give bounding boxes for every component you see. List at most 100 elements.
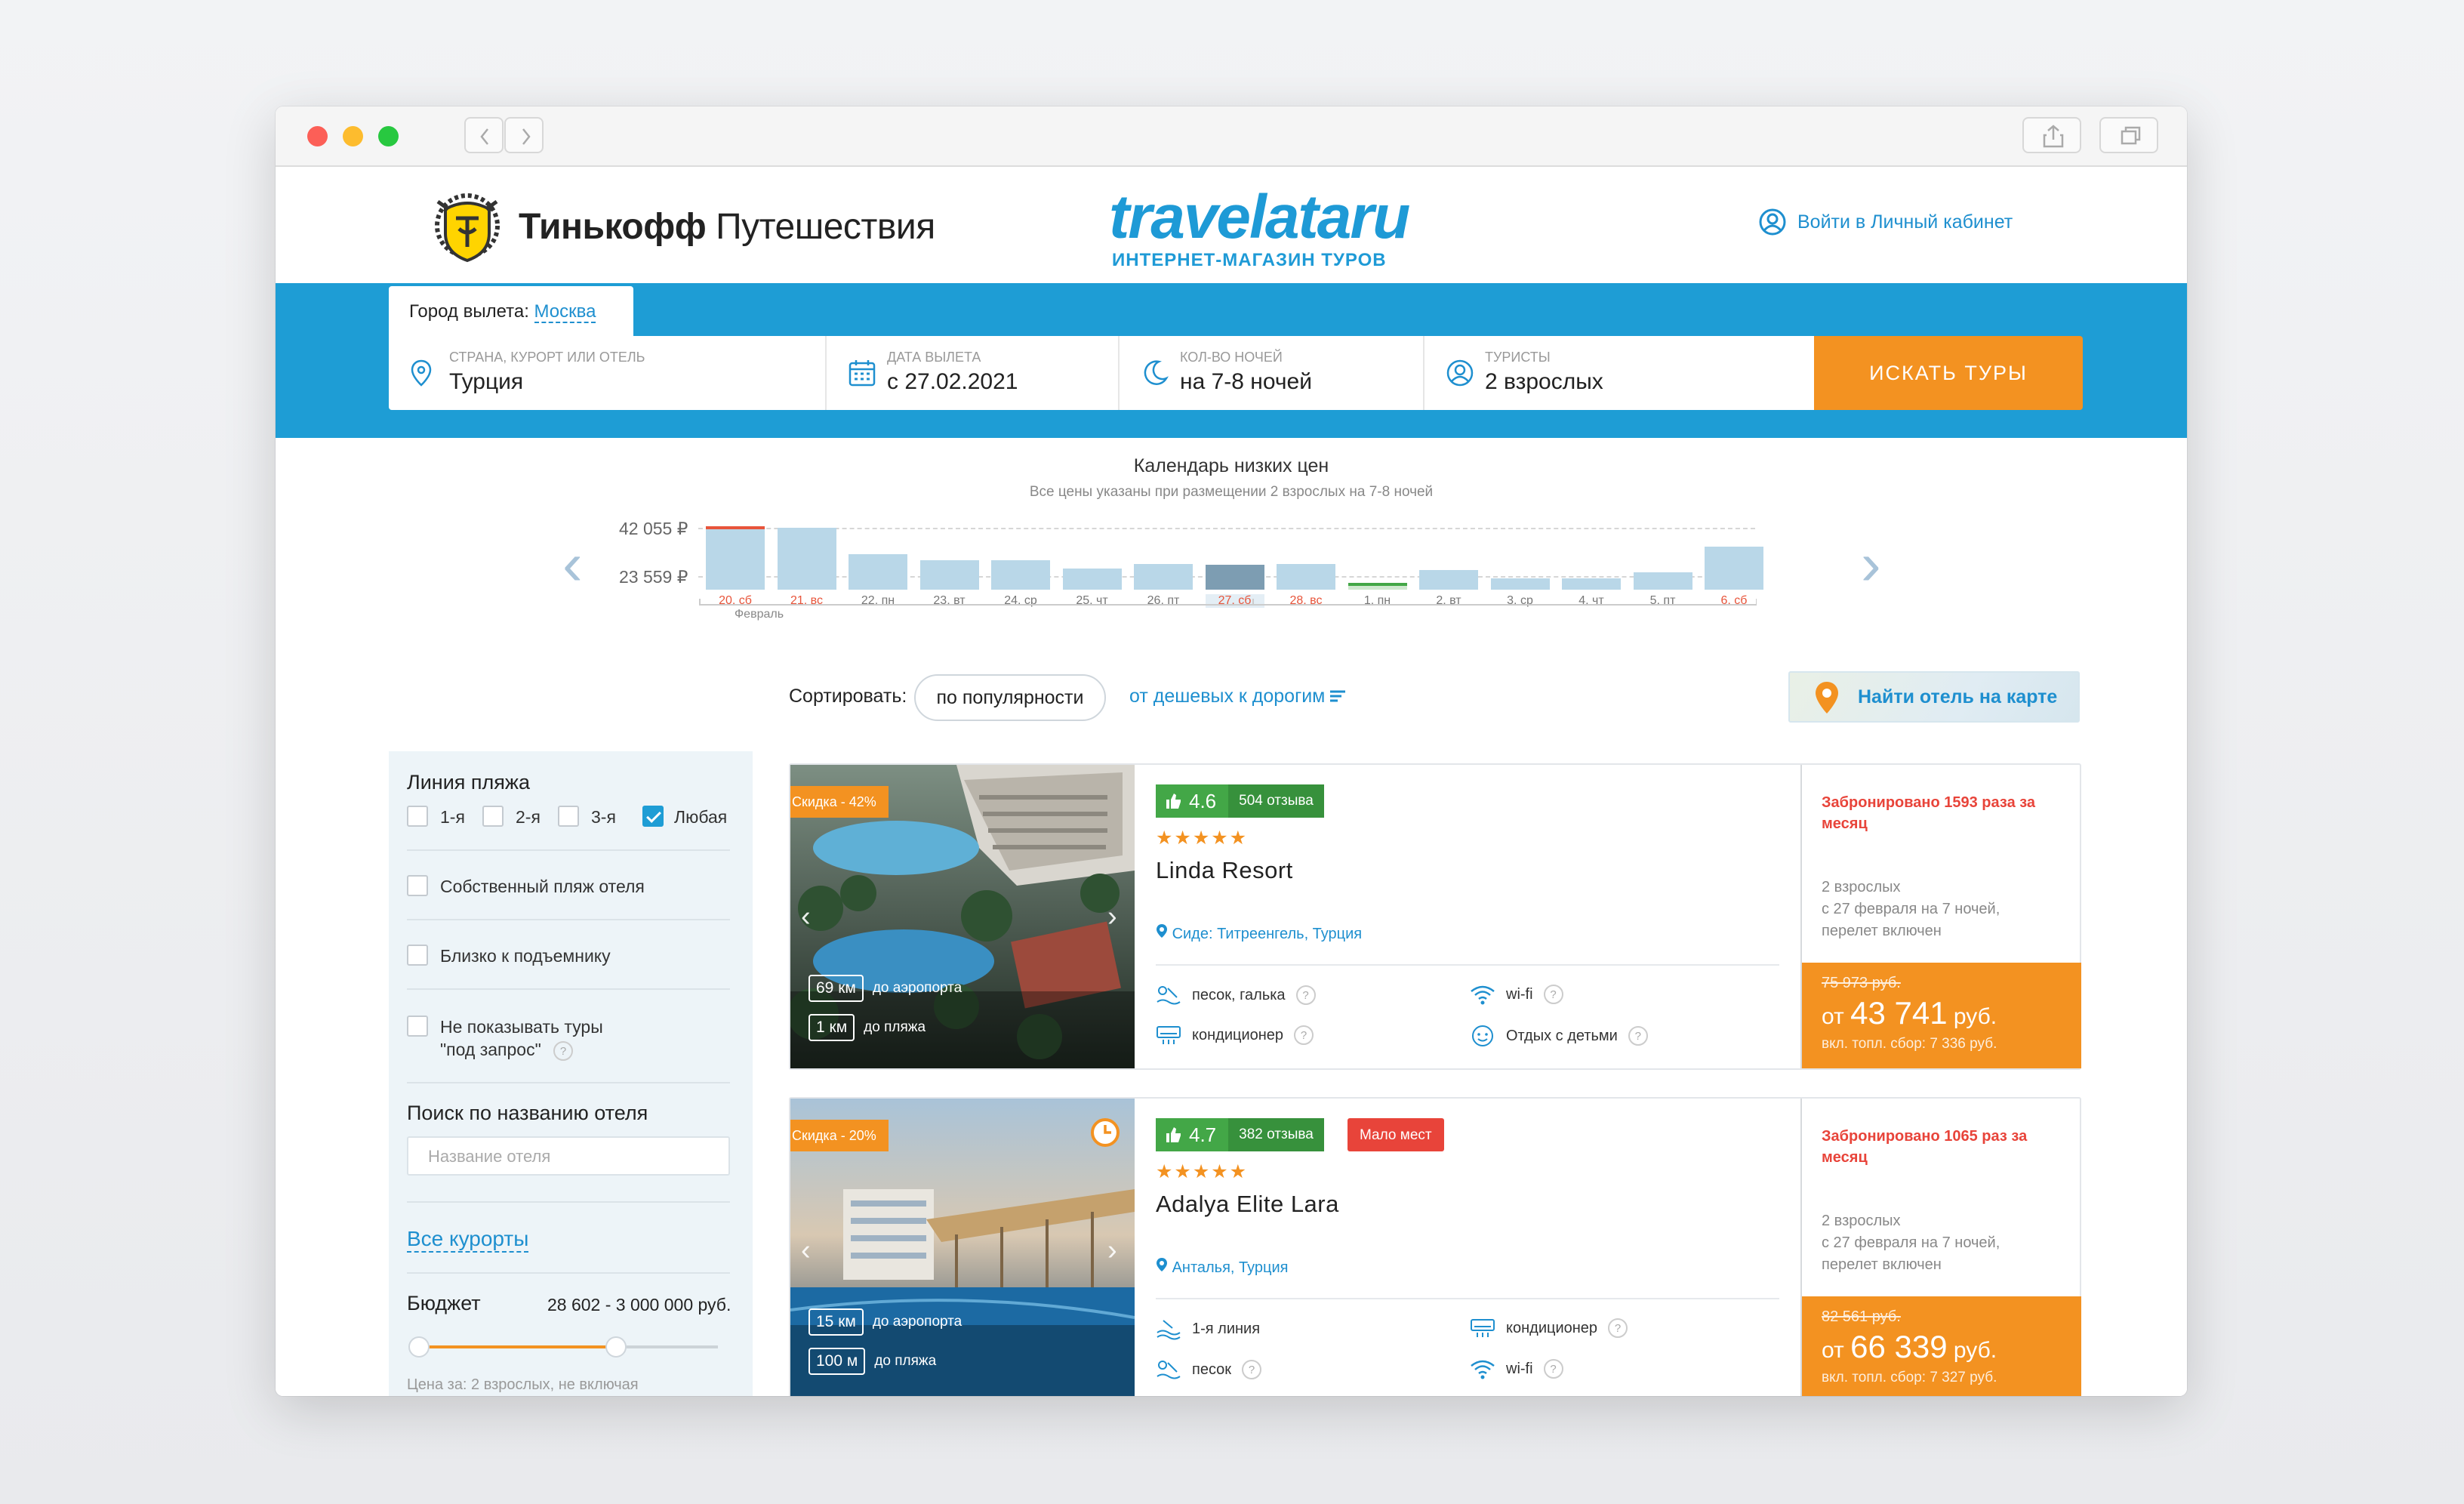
calendar-day-bar[interactable] — [991, 560, 1050, 590]
calendar-day-bar[interactable] — [1062, 569, 1122, 590]
beach-distance-value: 1 км — [808, 1014, 855, 1041]
hide-on-request-checkbox[interactable] — [407, 1016, 428, 1037]
calendar-day-bar[interactable] — [1277, 564, 1335, 590]
nights-field[interactable]: КОЛ-ВО НОЧЕЙ на 7-8 ночей — [1120, 336, 1424, 410]
few-places-badge: Мало мест — [1348, 1118, 1444, 1151]
fuel-fee: вкл. топл. сбор: 7 336 руб. — [1822, 1036, 1997, 1052]
find-on-map-button[interactable]: Найти отель на карте — [1788, 671, 2080, 723]
calendar-day-bar[interactable] — [1419, 570, 1478, 590]
budget-slider-fill — [419, 1345, 616, 1348]
help-icon[interactable]: ? — [1242, 1360, 1262, 1379]
own-beach-label: Собственный пляж отеля — [440, 877, 645, 896]
calendar-day-bar[interactable] — [1205, 565, 1264, 590]
help-icon[interactable]: ? — [1628, 1026, 1648, 1046]
find-on-map-label: Найти отель на карте — [1858, 686, 2058, 707]
brand-name[interactable]: Тинькофф Путешествия — [519, 206, 935, 248]
back-button[interactable] — [464, 117, 504, 153]
hotel-name[interactable]: Adalya Elite Lara — [1156, 1191, 1339, 1218]
sort-icon — [1330, 690, 1346, 702]
beach-line-1-checkbox[interactable] — [407, 806, 428, 827]
hotel-card[interactable]: Скидка - 42% ‹ › 69 км до аэропорта 1 км д… — [789, 763, 2081, 1070]
amenity-sand: песок? — [1156, 1358, 1262, 1381]
tabs-button[interactable] — [2099, 117, 2158, 153]
photo-next-arrow[interactable]: › — [1107, 901, 1117, 933]
beach-line-3-checkbox[interactable] — [558, 806, 579, 827]
amenity-label: кондиционер — [1506, 1319, 1598, 1336]
all-resorts-link[interactable]: Все курорты — [407, 1227, 529, 1253]
search-tours-button[interactable]: ИСКАТЬ ТУРЫ — [1814, 336, 2083, 410]
tour-tourists: 2 взрослых — [1822, 1213, 1901, 1229]
divider — [407, 849, 730, 851]
calendar-prev-arrow[interactable]: ‹ — [562, 534, 583, 594]
photo-prev-arrow[interactable]: ‹ — [801, 1234, 811, 1267]
calendar-day-bar[interactable] — [706, 526, 765, 590]
forward-button[interactable] — [504, 117, 544, 153]
budget-max-handle[interactable] — [605, 1336, 627, 1358]
hotel-card[interactable]: Скидка - 20% ‹ › 15 км до аэропорта 100 м… — [789, 1097, 2081, 1396]
calendar-day-bar[interactable] — [1633, 572, 1692, 590]
departure-city-value[interactable]: Москва — [534, 301, 596, 323]
zoom-window-button[interactable] — [378, 126, 399, 146]
calendar-day-bar[interactable] — [849, 554, 907, 590]
calendar-next-arrow[interactable]: › — [1861, 534, 1881, 594]
calendar-day-bar[interactable] — [1705, 547, 1763, 590]
destination-field[interactable]: СТРАНА, КУРОРТ ИЛИ ОТЕЛЬ Турция — [389, 336, 827, 410]
tourists-field[interactable]: ТУРИСТЫ 2 взрослых — [1424, 336, 1802, 410]
help-icon[interactable]: ? — [553, 1041, 573, 1061]
hotel-name[interactable]: Linda Resort — [1156, 857, 1293, 884]
hotel-photo[interactable]: Скидка - 42% ‹ › 69 км до аэропорта 1 км д… — [790, 765, 1135, 1068]
amenity-label: wi-fi — [1506, 1360, 1533, 1377]
help-icon[interactable]: ? — [1294, 1025, 1314, 1045]
help-icon[interactable]: ? — [1295, 985, 1316, 1005]
calendar-day-bar[interactable] — [1562, 578, 1621, 590]
help-icon[interactable]: ? — [1543, 1359, 1563, 1379]
sort-popularity-button[interactable]: по популярности — [914, 674, 1106, 721]
rating-badge[interactable]: 4.6 504 отзыва — [1156, 784, 1324, 818]
departure-city-tab[interactable]: Город вылета: Москва — [389, 286, 633, 336]
hotel-location[interactable]: Сиде: Титреенгель, Турция — [1156, 923, 1362, 943]
nights-value: на 7-8 ночей — [1180, 369, 1312, 394]
calendar-day-bar[interactable] — [1348, 583, 1407, 590]
departure-date-label: ДАТА ВЫЛЕТА — [887, 350, 981, 365]
budget-min-handle[interactable] — [408, 1336, 430, 1358]
beach-line-2-checkbox[interactable] — [482, 806, 504, 827]
hotel-photo[interactable]: Скидка - 20% ‹ › 15 км до аэропорта 100 м… — [790, 1099, 1135, 1396]
departure-date-field[interactable]: ДАТА ВЫЛЕТА с 27.02.2021 — [827, 336, 1120, 410]
close-window-button[interactable] — [307, 126, 328, 146]
hide-on-request-label: Не показывать туры — [440, 1017, 603, 1037]
tour-dates: с 27 февраля на 7 ночей, — [1822, 1234, 2000, 1251]
hotel-name-input[interactable]: Название отеля — [407, 1136, 730, 1176]
budget-title: Бюджет — [407, 1292, 481, 1314]
calendar-day-bar[interactable] — [1490, 578, 1550, 590]
divider — [1156, 1298, 1779, 1299]
price-prefix: от — [1822, 1338, 1844, 1363]
photo-next-arrow[interactable]: › — [1107, 1234, 1117, 1267]
sort-price-link[interactable]: от дешевых к дорогим — [1129, 686, 1347, 707]
help-icon[interactable]: ? — [1608, 1318, 1628, 1338]
own-beach-checkbox[interactable] — [407, 875, 428, 896]
tinkoff-crest-icon[interactable] — [423, 186, 512, 265]
rating-badge[interactable]: 4.7 382 отзыва — [1156, 1118, 1324, 1151]
calendar-day-bar[interactable] — [1134, 564, 1193, 590]
price-box[interactable]: 82 561 руб. от 66 339 руб. вкл. топл. сб… — [1802, 1296, 2081, 1396]
beach-line-any-checkbox[interactable] — [642, 806, 664, 827]
hotel-stars: ★★★★★ — [1156, 828, 1249, 849]
hotel-location[interactable]: Анталья, Турция — [1156, 1257, 1289, 1277]
photo-prev-arrow[interactable]: ‹ — [801, 901, 811, 933]
beach-line-2-label: 2-я — [516, 807, 541, 827]
clock-icon — [1091, 1118, 1120, 1147]
minimize-window-button[interactable] — [343, 126, 363, 146]
tour-flight: перелет включен — [1822, 1256, 1942, 1273]
calendar-day-bar[interactable] — [919, 560, 979, 590]
search-row: СТРАНА, КУРОРТ ИЛИ ОТЕЛЬ Турция ДАТА ВЫЛ… — [389, 336, 1840, 410]
near-lift-checkbox[interactable] — [407, 945, 428, 966]
location-pin-icon — [1157, 924, 1167, 938]
help-icon[interactable]: ? — [1543, 985, 1563, 1004]
travelata-logo[interactable]: travelataru — [1109, 186, 1410, 248]
login-link[interactable]: Войти в Личный кабинет — [1758, 208, 2013, 236]
price-box[interactable]: 75 973 руб. от 43 741 руб. вкл. топл. сб… — [1802, 963, 2081, 1068]
share-button[interactable] — [2022, 117, 2081, 153]
airport-distance-label: до аэропорта — [872, 1314, 962, 1330]
calendar-day-bar[interactable] — [777, 528, 836, 590]
beach-line-title: Линия пляжа — [407, 771, 530, 794]
